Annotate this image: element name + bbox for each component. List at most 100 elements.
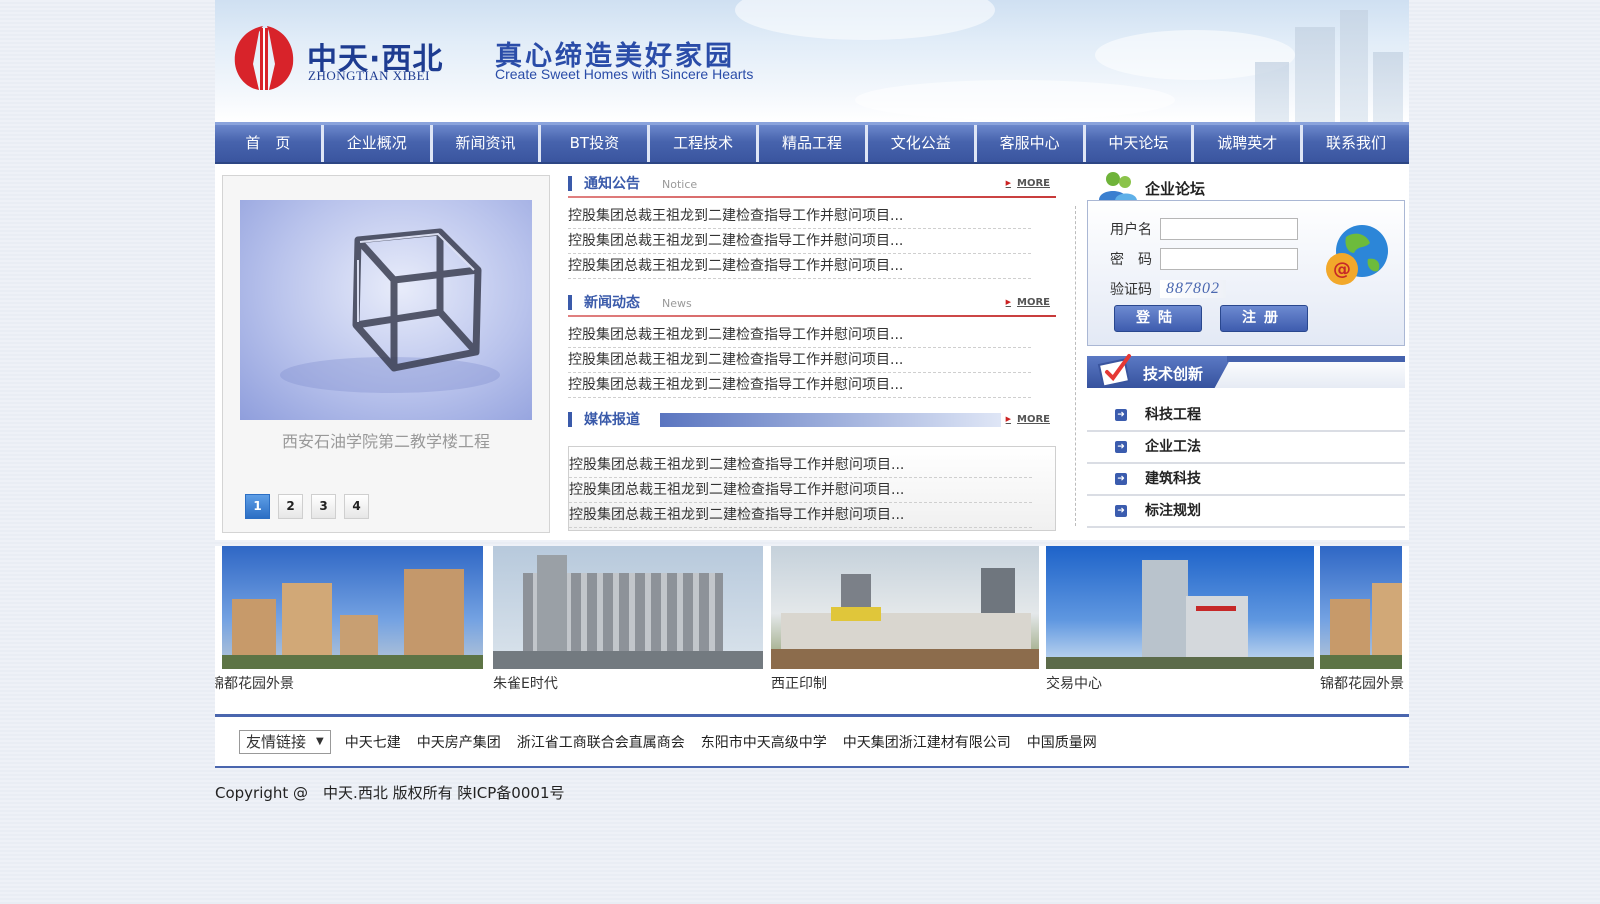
nav-item-engineering[interactable]: 工程技术 bbox=[647, 125, 756, 162]
checklist-icon bbox=[1097, 354, 1131, 388]
friend-links-select[interactable]: 友情链接 ▼ bbox=[239, 729, 331, 754]
select-label: 友情链接 bbox=[246, 732, 307, 751]
list-item[interactable]: 控股集团总裁王祖龙到二建检查指导工作并慰问项目... bbox=[568, 323, 1031, 348]
photo-item[interactable]: 锦都花园外景 bbox=[215, 546, 483, 699]
image-slider: 西安石油学院第二教学楼工程 1 2 3 4 bbox=[222, 175, 550, 533]
login-button[interactable]: 登陆 bbox=[1114, 305, 1202, 332]
main-content: 西安石油学院第二教学楼工程 1 2 3 4 通知公告 Notice MORE 控… bbox=[215, 164, 1409, 540]
header-building bbox=[1340, 10, 1368, 122]
login-form: 用户名 密 码 验证码 887802 登陆 注册 @ bbox=[1087, 200, 1405, 346]
section-gradient-bar bbox=[660, 413, 1001, 427]
username-label: 用户名 bbox=[1110, 222, 1152, 238]
friend-link[interactable]: 中天七建 bbox=[345, 732, 401, 752]
header-building bbox=[1373, 52, 1403, 122]
password-label: 密 码 bbox=[1110, 252, 1152, 268]
photo-caption: 锦都花园外景 bbox=[215, 676, 294, 692]
news-more-link[interactable]: MORE bbox=[1006, 297, 1050, 308]
notice-title: 通知公告 bbox=[584, 176, 640, 192]
photo-item[interactable]: 朱雀E时代 bbox=[493, 546, 763, 699]
news-title: 新闻动态 bbox=[584, 295, 640, 311]
project-photo bbox=[771, 546, 1039, 669]
company-logo-icon[interactable] bbox=[229, 24, 297, 92]
notice-more-link[interactable]: MORE bbox=[1006, 178, 1050, 189]
list-item[interactable]: 控股集团总裁王祖龙到二建检查指导工作并慰问项目... bbox=[569, 503, 1032, 528]
section-marker bbox=[568, 176, 572, 191]
friend-link[interactable]: 浙江省工商联合会直属商会 bbox=[517, 732, 685, 752]
tech-item-planning[interactable]: ➜ 标注规划 bbox=[1087, 496, 1405, 528]
media-more-link[interactable]: MORE bbox=[1006, 414, 1050, 425]
slogan-english: Create Sweet Homes with Sincere Hearts bbox=[495, 66, 754, 82]
list-item[interactable]: 控股集团总裁王祖龙到二建检查指导工作并慰问项目... bbox=[568, 204, 1031, 229]
username-input[interactable] bbox=[1160, 218, 1298, 240]
nav-item-home[interactable]: 首 页 bbox=[215, 125, 321, 162]
tech-section-header: 技术创新 bbox=[1087, 354, 1405, 388]
caret-down-icon: ▼ bbox=[316, 735, 324, 747]
photo-item[interactable]: 交易中心 bbox=[1046, 546, 1314, 699]
news-list: 控股集团总裁王祖龙到二建检查指导工作并慰问项目... 控股集团总裁王祖龙到二建检… bbox=[568, 317, 1056, 402]
tech-list: ➜ 科技工程 ➜ 企业工法 ➜ 建筑科技 ➜ 标注规划 bbox=[1087, 388, 1405, 528]
news-title-en: News bbox=[662, 297, 692, 310]
media-box: 控股集团总裁王祖龙到二建检查指导工作并慰问项目... 控股集团总裁王祖龙到二建检… bbox=[568, 446, 1056, 531]
nav-item-service[interactable]: 客服中心 bbox=[973, 125, 1083, 162]
nav-item-contact[interactable]: 联系我们 bbox=[1300, 125, 1409, 162]
header-topline bbox=[1227, 356, 1405, 362]
photo-caption: 交易中心 bbox=[1046, 676, 1102, 692]
friend-link[interactable]: 东阳市中天高级中学 bbox=[701, 732, 827, 752]
header-building bbox=[1295, 27, 1335, 122]
nav-item-about[interactable]: 企业概况 bbox=[320, 125, 430, 162]
nav-item-bt-investment[interactable]: BT投资 bbox=[538, 125, 647, 162]
nav-item-careers[interactable]: 诚聘英才 bbox=[1191, 125, 1300, 162]
header-cloud bbox=[855, 80, 1175, 120]
tech-item-construction-tech[interactable]: ➜ 建筑科技 bbox=[1087, 464, 1405, 496]
section-underline bbox=[568, 315, 1056, 317]
logo-english-name: ZHONGTIAN XIBEI bbox=[308, 68, 430, 83]
list-item[interactable]: 控股集团总裁王祖龙到二建检查指导工作并慰问项目... bbox=[568, 229, 1031, 254]
forum-title: 企业论坛 bbox=[1145, 180, 1206, 198]
list-item[interactable]: 控股集团总裁王祖龙到二建检查指导工作并慰问项目... bbox=[569, 453, 1032, 478]
username-row: 用户名 bbox=[1110, 217, 1298, 241]
section-marker bbox=[568, 412, 572, 427]
friend-link[interactable]: 中天房产集团 bbox=[417, 732, 501, 752]
svg-text:@: @ bbox=[1333, 259, 1351, 280]
project-photo bbox=[1320, 546, 1402, 669]
slider-page-button[interactable]: 3 bbox=[311, 494, 336, 519]
nav-item-projects[interactable]: 精品工程 bbox=[756, 125, 865, 162]
project-photo bbox=[1046, 546, 1314, 669]
password-input[interactable] bbox=[1160, 248, 1298, 270]
list-item[interactable]: 控股集团总裁王祖龙到二建检查指导工作并慰问项目... bbox=[568, 373, 1031, 398]
captcha-image[interactable]: 887802 bbox=[1160, 280, 1226, 298]
tech-item-methods[interactable]: ➜ 企业工法 bbox=[1087, 432, 1405, 464]
nav-item-forum[interactable]: 中天论坛 bbox=[1082, 125, 1192, 162]
list-item[interactable]: 控股集团总裁王祖龙到二建检查指导工作并慰问项目... bbox=[569, 478, 1032, 503]
register-button[interactable]: 注册 bbox=[1220, 305, 1308, 332]
friend-link[interactable]: 中国质量网 bbox=[1027, 732, 1097, 752]
media-list: 控股集团总裁王祖龙到二建检查指导工作并慰问项目... 控股集团总裁王祖龙到二建检… bbox=[569, 447, 1055, 530]
slider-image[interactable] bbox=[240, 200, 532, 420]
slider-page-button[interactable]: 4 bbox=[344, 494, 369, 519]
news-section-header: 新闻动态 News MORE bbox=[568, 289, 1056, 317]
globe-email-icon: @ bbox=[1326, 225, 1388, 285]
tech-title: 技术创新 bbox=[1143, 365, 1204, 383]
photo-caption: 锦都花园外景 bbox=[1320, 676, 1404, 692]
arrow-right-icon: ➜ bbox=[1115, 409, 1127, 421]
photo-item[interactable]: 锦都花园外景 bbox=[1320, 546, 1404, 699]
page-wrapper: 中天·西北 ZHONGTIAN XIBEI 真心缔造美好家园 Create Sw… bbox=[215, 0, 1409, 803]
list-item[interactable]: 控股集团总裁王祖龙到二建检查指导工作并慰问项目... bbox=[568, 254, 1031, 279]
photo-item[interactable]: 西正印制 bbox=[771, 546, 1039, 699]
tech-item-sci-engineering[interactable]: ➜ 科技工程 bbox=[1087, 400, 1405, 432]
section-underline bbox=[568, 196, 1056, 198]
users-icon bbox=[1099, 172, 1137, 201]
slider-page-button[interactable]: 1 bbox=[245, 494, 270, 519]
list-item[interactable]: 控股集团总裁王祖龙到二建检查指导工作并慰问项目... bbox=[568, 348, 1031, 373]
project-photo bbox=[493, 546, 763, 669]
media-title: 媒体报道 bbox=[584, 412, 640, 428]
notice-list: 控股集团总裁王祖龙到二建检查指导工作并慰问项目... 控股集团总裁王祖龙到二建检… bbox=[568, 198, 1056, 283]
nav-item-culture[interactable]: 文化公益 bbox=[864, 125, 974, 162]
slider-caption: 西安石油学院第二教学楼工程 bbox=[281, 432, 490, 451]
forum-header: 企业论坛 bbox=[1087, 168, 1405, 201]
photo-caption: 朱雀E时代 bbox=[493, 676, 558, 692]
slider-page-button[interactable]: 2 bbox=[278, 494, 303, 519]
forum-panel: 企业论坛 用户名 密 码 验证码 887802 登陆 注册 @ 技术创新 ➜ 科… bbox=[1087, 168, 1405, 528]
friend-link[interactable]: 中天集团浙江建材有限公司 bbox=[843, 732, 1011, 752]
nav-item-news[interactable]: 新闻资讯 bbox=[429, 125, 539, 162]
